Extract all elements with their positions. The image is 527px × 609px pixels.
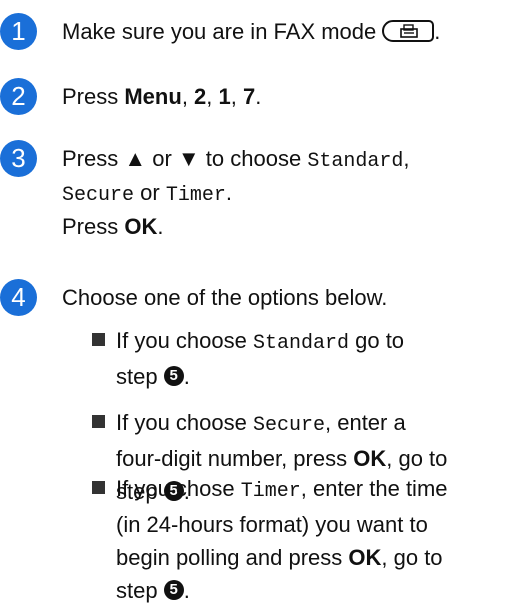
- step-number: 3: [0, 140, 37, 177]
- fax-mode-button-icon: [382, 20, 435, 43]
- step-text: Press ▲ or ▼ to choose Standard, Secure …: [62, 146, 410, 239]
- step-number: 1: [0, 13, 37, 50]
- step-reference-icon: 5: [163, 366, 184, 387]
- step-text: Make sure you are in FAX mode.: [62, 19, 441, 44]
- step-text: Press Menu, 2, 1, 7.: [62, 84, 262, 109]
- step-number: 4: [0, 279, 37, 316]
- bullet-icon: [92, 332, 105, 346]
- step-reference-icon: 5: [163, 580, 184, 601]
- option-timer: If you chose Timer, enter the time (in 2…: [92, 472, 522, 607]
- step-number: 2: [0, 78, 37, 115]
- fax-icon: [400, 24, 419, 38]
- bullet-icon: [92, 414, 105, 428]
- bullet-icon: [92, 480, 105, 494]
- option-standard: If you choose Standard go to step 5.: [92, 324, 522, 393]
- step-text: Choose one of the options below.: [62, 285, 388, 310]
